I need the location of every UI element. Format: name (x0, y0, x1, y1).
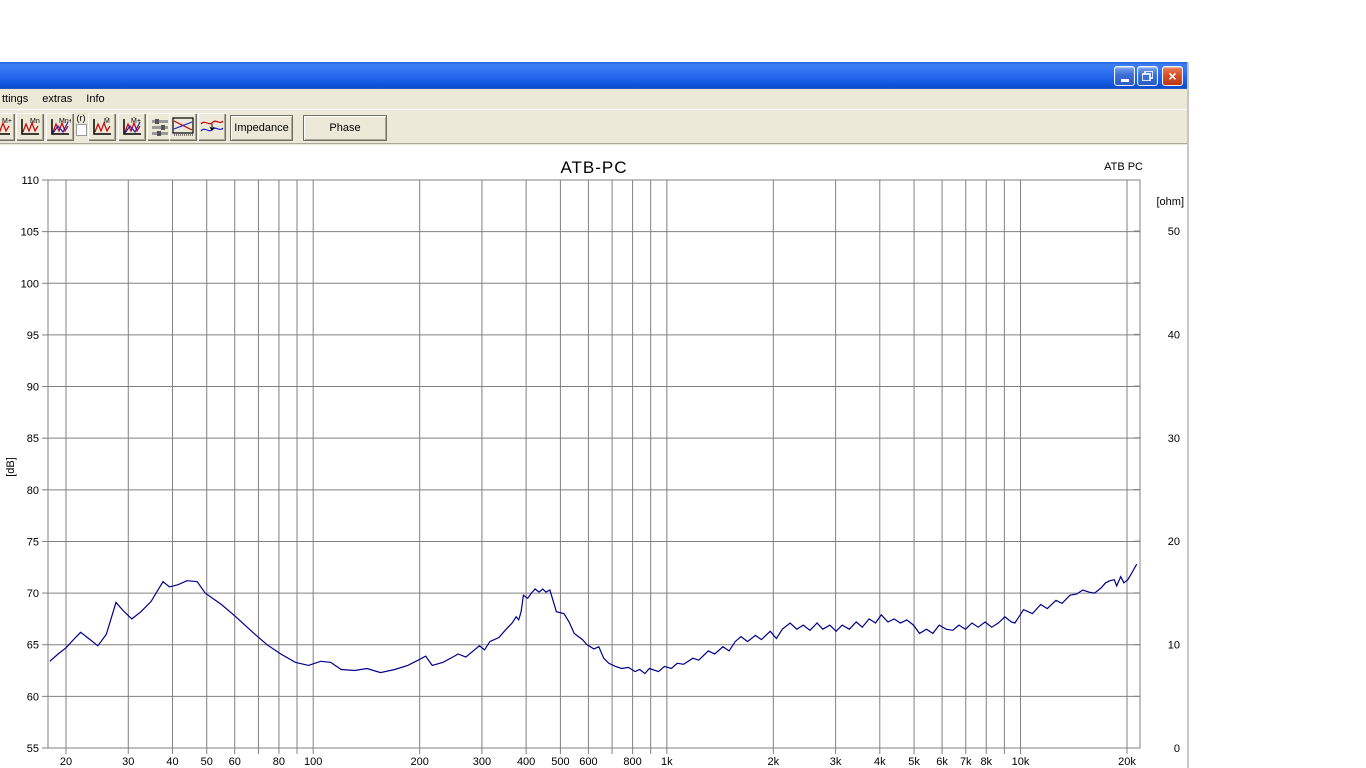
svg-text:0: 0 (1174, 743, 1180, 755)
svg-text:8k: 8k (980, 756, 992, 768)
svg-text:200: 200 (410, 756, 428, 768)
svg-text:400: 400 (517, 756, 535, 768)
svg-text:6k: 6k (936, 756, 948, 768)
menu-item-extras[interactable]: extras (35, 91, 79, 107)
svg-text:4k: 4k (874, 756, 886, 768)
svg-text:95: 95 (27, 330, 39, 342)
impedance-button[interactable]: Impedance (230, 115, 293, 141)
svg-text:20k: 20k (1118, 756, 1136, 768)
svg-text:85: 85 (27, 433, 39, 445)
svg-text:2k: 2k (768, 756, 780, 768)
svg-text:75: 75 (27, 536, 39, 548)
atb-pc-window: × ttings extras Info M+ Mn Mn+ (0, 62, 1189, 768)
svg-text:55: 55 (27, 743, 39, 755)
svg-text:50: 50 (201, 756, 213, 768)
svg-text:50: 50 (1168, 226, 1180, 238)
r-indicator[interactable]: (r) (74, 113, 88, 143)
chart-area: 55 60 65 70 75 80 85 90 95 100 105 110 20 30 40 50 60 80 1… (0, 145, 1187, 768)
svg-text:70: 70 (27, 588, 39, 600)
minimize-button[interactable] (1114, 66, 1135, 86)
toolbar-button-measure-store[interactable]: M+ (0, 113, 15, 141)
toolbar-button-measure-mean-overlay[interactable]: M̄+ (118, 113, 146, 141)
svg-text:ATB PC: ATB PC (1104, 161, 1143, 173)
toolbar-button-measure-n-overlay[interactable]: Mn+ (46, 113, 74, 141)
svg-text:800: 800 (623, 756, 641, 768)
minimize-icon (1120, 79, 1129, 82)
svg-text:5k: 5k (908, 756, 920, 768)
impedance-chart: 55606570758085909510010511020 30 40 50 60 80 1… (5, 158, 1184, 768)
svg-text:80: 80 (27, 485, 39, 497)
svg-text:10: 10 (1168, 640, 1180, 652)
svg-text:3k: 3k (830, 756, 842, 768)
svg-text:100: 100 (304, 756, 322, 768)
svg-text:20: 20 (1168, 536, 1180, 548)
measure-curve-icon: M+ (0, 118, 12, 135)
close-button[interactable]: × (1162, 66, 1183, 86)
toolbar: M+ Mn Mn+ (r) M̄ (0, 109, 1187, 144)
sliders-icon (151, 119, 168, 136)
phase-button[interactable]: Phase (303, 115, 387, 141)
svg-text:ATB-PC: ATB-PC (560, 158, 627, 177)
smoothing-curves-icon (200, 120, 224, 132)
svg-text:[dB]: [dB] (5, 457, 17, 477)
svg-text:80: 80 (273, 756, 285, 768)
svg-text:500: 500 (551, 756, 569, 768)
measure-dual-curve-icon: Mn+ (51, 118, 71, 135)
measure-curve-icon: M̄ (93, 117, 111, 135)
svg-text:Mn+: Mn+ (59, 118, 71, 125)
svg-text:105: 105 (21, 227, 39, 239)
svg-text:[ohm]: [ohm] (1156, 196, 1184, 208)
r-indicator-box (75, 124, 87, 136)
measure-dual-curve-icon: M̄+ (123, 117, 141, 135)
svg-text:100: 100 (21, 278, 39, 290)
svg-text:110: 110 (21, 175, 39, 187)
svg-text:30: 30 (122, 756, 134, 768)
title-bar[interactable]: × (0, 62, 1187, 89)
toolbar-button-measure-mean[interactable]: M̄ (88, 113, 116, 141)
svg-text:20: 20 (60, 756, 72, 768)
menu-item-settings[interactable]: ttings (0, 91, 35, 107)
toolbar-button-smoothing[interactable] (198, 113, 226, 141)
svg-text:40: 40 (1168, 329, 1180, 341)
menu-bar: ttings extras Info (0, 89, 1187, 109)
r-indicator-label: (r) (76, 113, 86, 123)
svg-text:30: 30 (1168, 433, 1180, 445)
toolbar-button-scale-setup[interactable] (169, 113, 197, 141)
close-icon: × (1168, 68, 1177, 84)
svg-text:60: 60 (27, 691, 39, 703)
svg-text:300: 300 (473, 756, 491, 768)
svg-text:60: 60 (229, 756, 241, 768)
restore-button[interactable] (1137, 66, 1158, 86)
toolbar-button-measure-n[interactable]: Mn (16, 113, 44, 141)
svg-text:65: 65 (27, 640, 39, 652)
svg-text:7k: 7k (960, 756, 972, 768)
restore-icon (1142, 71, 1153, 81)
svg-text:90: 90 (27, 382, 39, 394)
menu-item-info[interactable]: Info (79, 91, 111, 107)
svg-text:1k: 1k (661, 756, 673, 768)
svg-text:10k: 10k (1012, 756, 1030, 768)
svg-text:40: 40 (166, 756, 178, 768)
scale-graph-icon (172, 117, 194, 136)
measure-curve-icon: Mn (21, 118, 40, 135)
